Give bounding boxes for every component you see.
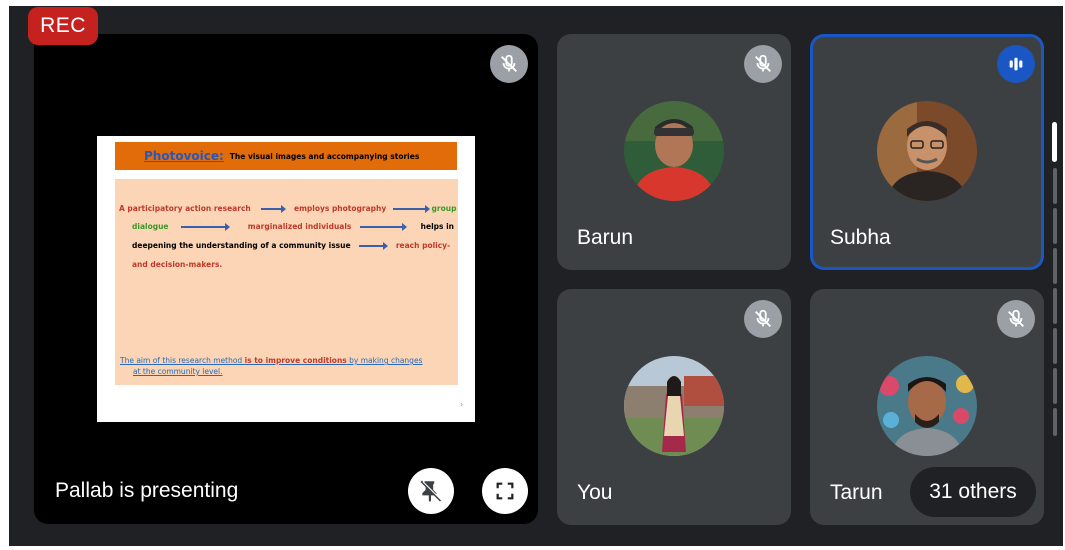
avatar [877,356,977,456]
fullscreen-icon [496,482,514,500]
scrollbar-segment [1053,208,1057,244]
fullscreen-button[interactable] [482,468,528,514]
slide-text: employs photography [293,204,387,213]
scrollbar-segment [1053,288,1057,324]
slide-text: by making changes [346,356,423,365]
mic-off-icon [744,45,782,83]
slide-text: The aim of this research method [120,356,245,365]
others-count-button[interactable]: 31 others [910,467,1036,517]
participant-tile[interactable]: Barun [557,34,791,270]
arrow-icon [181,223,231,231]
slide-text: group [431,204,457,213]
slide-text: and decision-makers. [132,260,223,269]
participant-name: Tarun [830,481,883,504]
recording-badge: REC [28,7,98,45]
speaking-indicator-icon [997,45,1035,83]
slide-text: dialogue [132,222,169,231]
participant-name: Barun [577,226,634,249]
avatar [877,101,977,201]
slide-text: at the community level. [133,367,223,376]
slide-heading: Photovoice: [144,149,224,163]
arrow-icon [359,242,389,250]
slide-text: reach policy- [395,241,451,250]
participant-name: You [577,481,613,504]
slide-text: helps in [420,222,454,231]
slide-aim-text: The aim of this research method is to im… [120,355,422,377]
scrollbar-segment [1053,168,1057,204]
participant-name: Subha [830,226,891,249]
participant-tile-self[interactable]: You [557,289,791,525]
slide-body: A participatory action research employs … [115,179,458,385]
slide-cursor-icon: › [460,400,464,409]
avatar [624,101,724,201]
unpin-button[interactable] [408,468,454,514]
scrollbar-segment [1053,328,1057,364]
presenter-label: Pallab is presenting [55,479,239,502]
pin-off-icon [420,480,442,502]
arrow-icon [392,205,430,213]
slide-text: marginalized individuals [247,222,352,231]
scrollbar[interactable] [1051,120,1059,440]
participant-tile[interactable]: Subha [810,34,1044,270]
shared-slide: Photovoice: The visual images and accomp… [97,136,475,422]
scrollbar-segment [1053,408,1057,436]
slide-text: deepening the understanding of a communi… [132,241,351,250]
slide-text: A participatory action research [119,204,251,213]
arrow-icon [360,223,408,231]
mic-off-icon [744,300,782,338]
presentation-tile[interactable]: Photovoice: The visual images and accomp… [34,34,538,524]
slide-text: is to improve conditions [244,356,347,365]
mic-off-icon [997,300,1035,338]
slide-title-bar: Photovoice: The visual images and accomp… [115,142,457,170]
scrollbar-thumb[interactable] [1052,122,1057,162]
slide-subheading: The visual images and accompanying stori… [229,151,420,161]
avatar [624,356,724,456]
scrollbar-segment [1053,248,1057,284]
scrollbar-segment [1053,368,1057,404]
mic-off-icon [490,45,528,83]
arrow-icon [261,205,287,213]
